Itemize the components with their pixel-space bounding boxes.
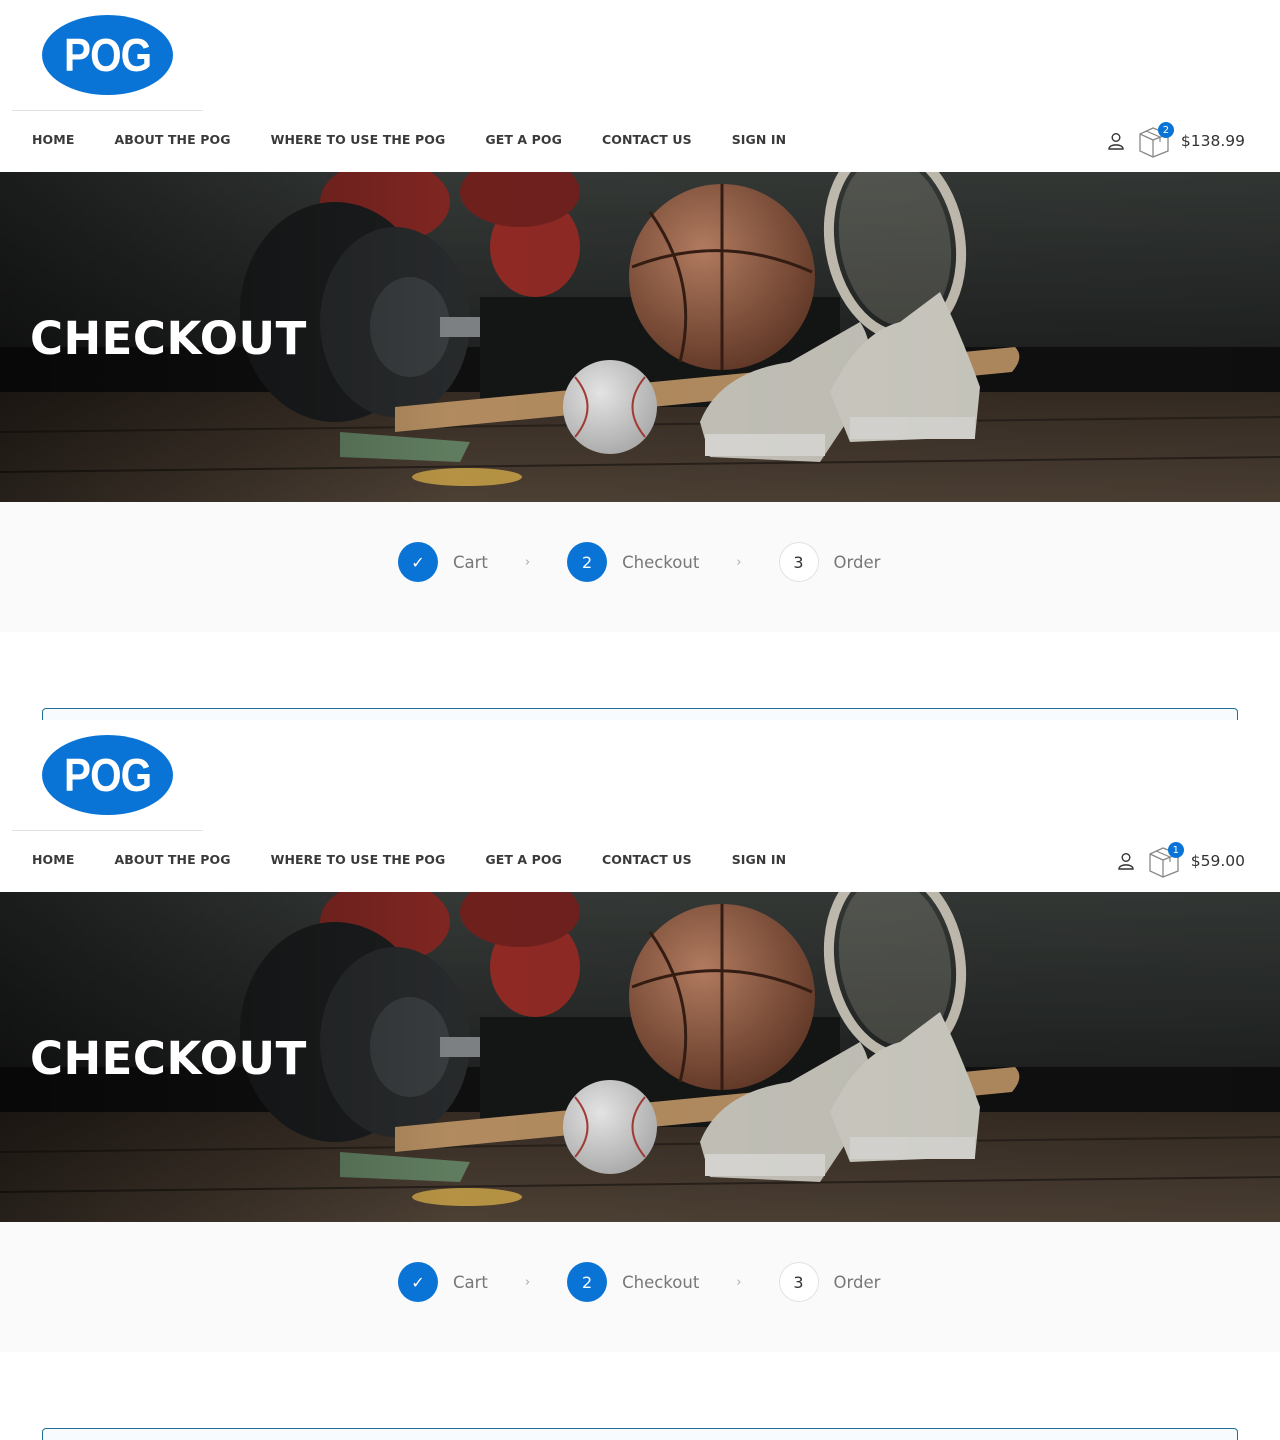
- step-checkout-label: Checkout: [622, 1272, 700, 1292]
- step-order-label: Order: [833, 552, 881, 572]
- logo-area: POG: [12, 0, 203, 111]
- header-actions: 2 $138.99: [1107, 122, 1245, 160]
- user-icon[interactable]: [1117, 852, 1135, 870]
- steps-row: ✓ Cart › 2 Checkout › 3 Order: [398, 542, 880, 582]
- notice-box: [42, 1428, 1238, 1440]
- nav-get-a-pog[interactable]: GET A POG: [485, 852, 562, 867]
- page-title: CHECKOUT: [30, 312, 307, 365]
- page-title: CHECKOUT: [30, 1032, 307, 1085]
- nav-about[interactable]: ABOUT THE POG: [114, 132, 230, 147]
- cart-total[interactable]: $138.99: [1181, 132, 1245, 150]
- nav-contact[interactable]: CONTACT US: [602, 852, 692, 867]
- cart-button[interactable]: 1: [1147, 842, 1184, 879]
- logo-text: POG: [63, 749, 152, 801]
- main-nav: HOME ABOUT THE POG WHERE TO USE THE POG …: [32, 132, 826, 147]
- cart-count-badge: 2: [1157, 122, 1174, 138]
- nav-home[interactable]: HOME: [32, 852, 74, 867]
- step-checkout-label: Checkout: [622, 552, 700, 572]
- steps-row: ✓ Cart › 2 Checkout › 3 Order: [398, 1262, 880, 1302]
- step-order-label: Order: [833, 1272, 881, 1292]
- site-logo[interactable]: POG: [42, 15, 173, 95]
- nav-where-to-use[interactable]: WHERE TO USE THE POG: [271, 852, 446, 867]
- nav-about[interactable]: ABOUT THE POG: [114, 852, 230, 867]
- chevron-right-icon: ›: [736, 554, 742, 570]
- nav-where-to-use[interactable]: WHERE TO USE THE POG: [271, 132, 446, 147]
- step-cart-check-icon[interactable]: ✓: [398, 542, 438, 582]
- step-order-number: 3: [778, 542, 819, 582]
- step-checkout-number: 2: [567, 542, 608, 582]
- logo-area: POG: [12, 720, 203, 831]
- chevron-right-icon: ›: [524, 1274, 531, 1290]
- screenshot-1: POG HOME ABOUT THE POG WHERE TO USE THE …: [0, 0, 1280, 720]
- step-checkout-number: 2: [567, 1262, 608, 1302]
- step-cart-label[interactable]: Cart: [453, 1273, 488, 1292]
- cart-button[interactable]: 2: [1137, 122, 1174, 159]
- nav-sign-in[interactable]: SIGN IN: [732, 852, 787, 867]
- site-logo[interactable]: POG: [42, 735, 173, 815]
- step-cart-check-icon[interactable]: ✓: [398, 1262, 438, 1302]
- cart-count-badge: 1: [1167, 842, 1184, 858]
- step-cart-label[interactable]: Cart: [453, 553, 488, 572]
- screenshot-2: POG HOME ABOUT THE POG WHERE TO USE THE …: [0, 720, 1280, 1440]
- hero-banner: CHECKOUT: [0, 892, 1280, 1222]
- checkout-steps: ✓ Cart › 2 Checkout › 3 Order: [0, 502, 1280, 632]
- cart-total[interactable]: $59.00: [1191, 852, 1245, 870]
- nav-contact[interactable]: CONTACT US: [602, 132, 692, 147]
- main-nav: HOME ABOUT THE POG WHERE TO USE THE POG …: [32, 852, 826, 867]
- nav-sign-in[interactable]: SIGN IN: [732, 132, 787, 147]
- chevron-right-icon: ›: [524, 554, 531, 570]
- step-order-number: 3: [778, 1262, 819, 1302]
- notice-box: [42, 708, 1238, 720]
- chevron-right-icon: ›: [736, 1274, 742, 1290]
- logo-text: POG: [63, 29, 152, 81]
- nav-home[interactable]: HOME: [32, 132, 74, 147]
- nav-get-a-pog[interactable]: GET A POG: [485, 132, 562, 147]
- hero-banner: CHECKOUT: [0, 172, 1280, 502]
- header-actions: 1 $59.00: [1117, 842, 1245, 880]
- user-icon[interactable]: [1107, 132, 1125, 150]
- checkout-steps: ✓ Cart › 2 Checkout › 3 Order: [0, 1222, 1280, 1352]
